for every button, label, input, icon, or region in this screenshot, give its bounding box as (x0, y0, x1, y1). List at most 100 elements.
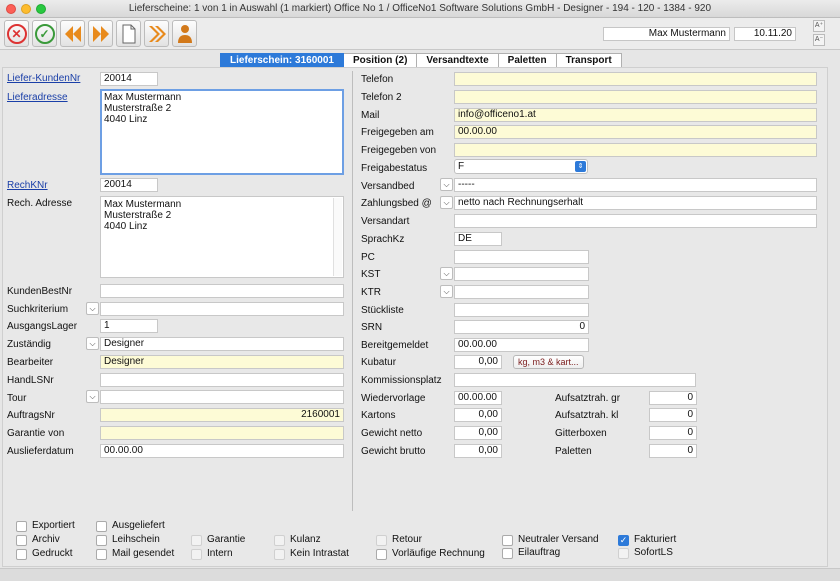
kulanz-checkbox[interactable]: Kulanz (274, 534, 321, 546)
garantie-checkbox[interactable]: Garantie (191, 534, 245, 546)
mail-field[interactable]: info@officeno1.at (454, 108, 817, 122)
wiedervorlage-label: Wiedervorlage (361, 393, 426, 404)
liefer-kundennr-label[interactable]: Liefer-KundenNr (7, 73, 80, 85)
sofortls-checkbox[interactable]: SofortLS (618, 547, 673, 559)
bearbeiter-field[interactable]: Designer (100, 355, 344, 369)
archiv-checkbox[interactable]: Archiv (16, 534, 60, 546)
close-window-button[interactable] (6, 4, 16, 14)
ausgeliefert-checkbox[interactable]: Ausgeliefert (96, 520, 165, 532)
srn-field[interactable]: 0 (454, 320, 589, 334)
auslieferdatum-field[interactable]: 00.00.00 (100, 444, 344, 458)
freigegeben-von-field[interactable] (454, 143, 817, 157)
aufsatz-gr-field[interactable]: 0 (649, 391, 697, 405)
versandbed-field[interactable]: ----- (454, 178, 817, 192)
minimize-window-button[interactable] (21, 4, 31, 14)
tab-lieferschein[interactable]: Lieferschein: 3160001 (220, 53, 344, 68)
window-title: Lieferscheine: 1 von 1 in Auswahl (1 mar… (128, 3, 712, 14)
rechknr-label[interactable]: RechKNr (7, 180, 48, 192)
intern-checkbox[interactable]: Intern (191, 548, 233, 560)
rech-adresse-scrollbar[interactable] (333, 198, 342, 276)
checkbox-box (16, 548, 27, 560)
freigegeben-von-label: Freigegeben von (361, 145, 437, 156)
aufsatz-kl-field[interactable]: 0 (649, 408, 697, 422)
confirm-button[interactable]: ✓ (32, 20, 57, 47)
freigabestatus-select[interactable]: F ⇕ (454, 159, 588, 174)
ktr-field[interactable] (454, 285, 589, 299)
zustaendig-dropdown-icon[interactable]: ⌵ (86, 337, 99, 350)
exportiert-checkbox[interactable]: Exportiert (16, 520, 75, 532)
kst-dropdown-icon[interactable]: ⌵ (440, 267, 453, 280)
zoom-window-button[interactable] (36, 4, 46, 14)
previous-record-button[interactable] (60, 20, 85, 47)
suchkriterium-dropdown-icon[interactable]: ⌵ (86, 302, 99, 315)
zahlungsbed-field[interactable]: netto nach Rechnungserhalt (454, 196, 817, 210)
liefer-kundennr-field[interactable]: 20014 (100, 72, 158, 86)
telefon2-field[interactable] (454, 90, 817, 104)
font-smaller-icon[interactable]: A⁻ (813, 34, 825, 46)
tab-transport[interactable]: Transport (556, 53, 622, 68)
zahlungsbed-dropdown-icon[interactable]: ⌵ (440, 196, 453, 209)
tab-versandtexte[interactable]: Versandtexte (417, 53, 499, 68)
gedruckt-checkbox[interactable]: Gedruckt (16, 548, 73, 560)
garantie-von-field[interactable] (100, 426, 344, 440)
srn-label: SRN (361, 322, 383, 333)
tab-position[interactable]: Position (2) (343, 53, 418, 68)
lieferadresse-label[interactable]: Lieferadresse (7, 92, 68, 104)
tab-paletten[interactable]: Paletten (498, 53, 557, 68)
gitterboxen-field[interactable]: 0 (649, 426, 697, 440)
versandbed-dropdown-icon[interactable]: ⌵ (440, 178, 453, 191)
user-button[interactable] (172, 20, 197, 47)
pc-label: PC (361, 252, 375, 263)
freigegeben-am-field[interactable]: 00.00.00 (454, 125, 817, 139)
kubatur-calc-button[interactable]: kg, m3 & kart... (513, 355, 584, 369)
gewicht-netto-field[interactable]: 0,00 (454, 426, 502, 440)
cancel-button[interactable]: ✕ (4, 20, 29, 47)
kubatur-field[interactable]: 0,00 (454, 355, 502, 369)
eilauftrag-checkbox[interactable]: Eilauftrag (502, 547, 560, 559)
updown-chevron-icon: ⇕ (575, 161, 586, 172)
lieferadresse-textarea[interactable]: Max Mustermann Musterstraße 2 4040 Linz (100, 89, 344, 175)
stueckliste-field[interactable] (454, 303, 589, 317)
kartons-field[interactable]: 0,00 (454, 408, 502, 422)
checkbox-box (96, 534, 107, 546)
telefon-field[interactable] (454, 72, 817, 86)
handlsnr-field[interactable] (100, 373, 344, 387)
suchkriterium-field[interactable] (100, 302, 344, 316)
paletten-field[interactable]: 0 (649, 444, 697, 458)
versandart-field[interactable] (454, 214, 817, 228)
retour-checkbox[interactable]: Retour (376, 534, 422, 546)
new-document-button[interactable] (116, 20, 141, 47)
fast-forward-button[interactable] (144, 20, 169, 47)
mail-gesendet-checkbox[interactable]: Mail gesendet (96, 548, 174, 560)
bereitgemeldet-field[interactable]: 00.00.00 (454, 338, 589, 352)
pc-field[interactable] (454, 250, 589, 264)
kommissionsplatz-field[interactable] (454, 373, 696, 387)
aufsatz-kl-label: Aufsatztrah. kl (555, 410, 619, 421)
vorlaeufige-rechnung-checkbox[interactable]: Vorläufige Rechnung (376, 548, 485, 560)
forward-arrow-icon (92, 25, 109, 42)
tour-field[interactable] (100, 390, 344, 404)
checkbox-box (502, 547, 513, 559)
checkbox-box (96, 548, 107, 560)
gewicht-brutto-field[interactable]: 0,00 (454, 444, 502, 458)
wiedervorlage-field[interactable]: 00.00.00 (454, 391, 502, 405)
sprachkz-field[interactable]: DE (454, 232, 502, 246)
next-record-button[interactable] (88, 20, 113, 47)
kst-field[interactable] (454, 267, 589, 281)
fakturiert-checkbox[interactable]: ✓ Fakturiert (618, 534, 676, 546)
auftragsnr-field[interactable]: 2160001 (100, 408, 344, 422)
ausgangslager-field[interactable]: 1 (100, 319, 158, 333)
ktr-dropdown-icon[interactable]: ⌵ (440, 285, 453, 298)
tour-dropdown-icon[interactable]: ⌵ (86, 390, 99, 403)
telefon-label: Telefon (361, 74, 394, 85)
rechknr-field[interactable]: 20014 (100, 178, 158, 192)
leihschein-checkbox[interactable]: Leihschein (96, 534, 160, 546)
bereitgemeldet-label: Bereitgemeldet (361, 340, 429, 351)
rech-adresse-textarea[interactable]: Max Mustermann Musterstraße 2 4040 Linz (100, 196, 344, 278)
neutraler-versand-checkbox[interactable]: Neutraler Versand (502, 534, 599, 546)
kundenbestnr-field[interactable] (100, 284, 344, 298)
font-larger-icon[interactable]: A⁺ (813, 20, 825, 32)
stueckliste-label: Stückliste (361, 305, 404, 316)
kein-intrastat-checkbox[interactable]: Kein Intrastat (274, 548, 349, 560)
zustaendig-field[interactable]: Designer (100, 337, 344, 351)
